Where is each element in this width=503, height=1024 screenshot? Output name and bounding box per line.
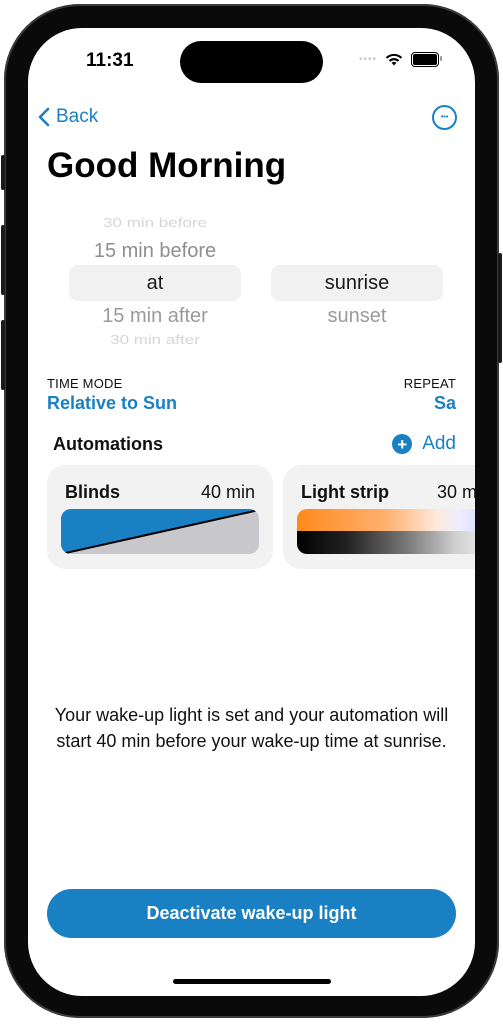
light-strip-gradient-preview [297, 509, 475, 554]
picker-column-event[interactable]: sunrise sunset [271, 213, 443, 353]
home-indicator[interactable] [173, 979, 331, 984]
automations-title: Automations [53, 433, 163, 454]
automations-header: Automations + Add [53, 433, 456, 455]
picker-option[interactable]: sunset [271, 305, 443, 328]
time-mode-label: TIME MODE [47, 376, 123, 391]
picker-option-selected[interactable]: sunrise [271, 272, 443, 295]
picker-option[interactable]: 30 min before [69, 216, 241, 231]
card-name: Blinds [65, 482, 121, 502]
card-name: Light strip [301, 482, 389, 502]
volume-down-button [1, 320, 5, 390]
automation-cards[interactable]: Blinds 40 min Light strip 30 min [47, 465, 475, 569]
ellipsis-icon: ••• [440, 113, 449, 121]
picker-option[interactable]: 30 min after [69, 333, 241, 348]
picker-option-selected[interactable]: at [69, 272, 241, 295]
chevron-left-icon [38, 107, 50, 127]
time-mode-setting[interactable]: TIME MODE Relative to Sun [47, 376, 177, 414]
add-automation-button[interactable]: + Add [392, 433, 456, 455]
repeat-setting[interactable]: REPEAT Sa [404, 376, 456, 414]
power-button [498, 253, 502, 363]
wifi-icon [385, 53, 403, 66]
card-duration: 30 min [436, 482, 475, 502]
automation-card-blinds[interactable]: Blinds 40 min [47, 465, 273, 569]
add-label: Add [422, 433, 456, 454]
back-label: Back [56, 106, 99, 127]
color-gradient [297, 509, 475, 531]
status-icons: •••• [358, 52, 442, 67]
volume-up-button [1, 225, 5, 295]
page-title: Good Morning [47, 146, 287, 185]
deactivate-wake-up-light-button[interactable]: Deactivate wake-up light [47, 889, 456, 938]
picker-column-offset[interactable]: 30 min before 15 min before at 15 min af… [69, 213, 241, 353]
back-button[interactable]: Back [38, 106, 98, 128]
status-time: 11:31 [86, 50, 134, 71]
plus-circle-icon: + [392, 434, 413, 454]
navigation-bar: Back ••• [38, 102, 457, 132]
repeat-value[interactable]: Sa [404, 393, 456, 414]
picker-option[interactable]: 15 min before [69, 240, 241, 263]
time-picker: 30 min before 15 min before at 15 min af… [28, 213, 475, 353]
automation-card-light-strip[interactable]: Light strip 30 min [283, 465, 475, 569]
battery-icon [411, 52, 442, 67]
picker-option[interactable]: 15 min after [69, 305, 241, 328]
more-options-button[interactable]: ••• [432, 104, 457, 130]
brightness-gradient [297, 531, 475, 554]
action-button [1, 155, 5, 190]
time-mode-value[interactable]: Relative to Sun [47, 393, 177, 414]
blinds-curve-preview [61, 509, 259, 554]
card-duration: 40 min [200, 482, 255, 502]
dynamic-island [180, 41, 323, 83]
settings-row: TIME MODE Relative to Sun REPEAT Sa [47, 376, 456, 414]
repeat-label: REPEAT [403, 376, 456, 391]
screen: 11:31 •••• Back ••• Good Morning 30 min … [28, 28, 475, 996]
blinds-ramp-graphic [61, 509, 259, 554]
status-message: Your wake-up light is set and your autom… [54, 705, 449, 751]
cellular-signal-icon: •••• [358, 54, 377, 65]
